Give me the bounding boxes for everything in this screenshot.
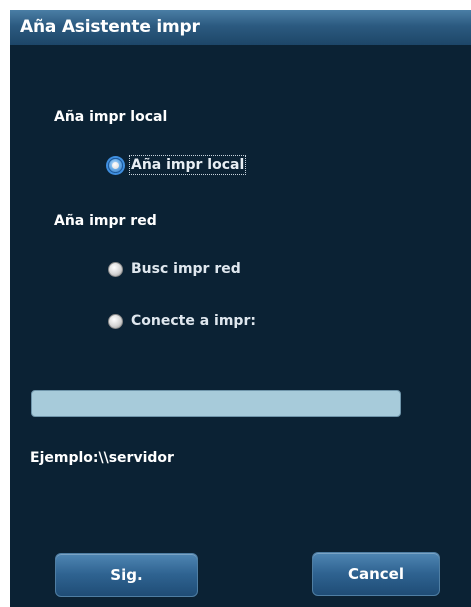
- connect-to-printer-radio-label[interactable]: Conecte a impr:: [130, 312, 257, 330]
- example-path-hint: Ejemplo:\\servidor: [30, 450, 174, 466]
- next-button[interactable]: Sig.: [55, 553, 198, 597]
- dialog-title: Aña Asistente impr: [20, 17, 200, 37]
- printer-address-input[interactable]: [31, 390, 401, 417]
- local-printer-section-label: Aña impr local: [54, 109, 168, 125]
- radio-unchecked-icon[interactable]: [108, 313, 123, 329]
- radio-checked-icon[interactable]: [108, 157, 123, 173]
- connect-to-printer-radio-option[interactable]: Conecte a impr:: [108, 309, 257, 333]
- network-printer-section-label: Aña impr red: [54, 213, 157, 229]
- add-printer-wizard-dialog: Aña Asistente impr Aña impr local Aña im…: [10, 10, 471, 607]
- cancel-button[interactable]: Cancel: [312, 552, 440, 596]
- local-printer-radio-option[interactable]: Aña impr local: [108, 153, 247, 177]
- search-network-printer-radio-option[interactable]: Busc impr red: [108, 257, 242, 281]
- radio-unchecked-icon[interactable]: [108, 261, 123, 277]
- search-network-printer-radio-label[interactable]: Busc impr red: [130, 260, 242, 278]
- title-bar: Aña Asistente impr: [10, 10, 471, 45]
- local-printer-radio-label[interactable]: Aña impr local: [128, 155, 247, 175]
